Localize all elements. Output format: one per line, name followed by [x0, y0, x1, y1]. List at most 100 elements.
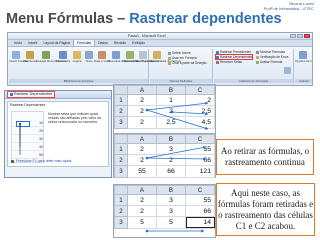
cell-b2[interactable]: 3 — [156, 205, 186, 218]
tab-exibicao[interactable]: Exibição — [129, 40, 148, 46]
math-icon[interactable] — [126, 51, 134, 59]
table-row: 1 2 1 2 — [114, 93, 215, 107]
cell-c2[interactable]: 66 — [185, 205, 215, 218]
cell-a2[interactable]: 2 — [127, 205, 157, 218]
more-functions-icon[interactable] — [139, 51, 147, 59]
remove-arrows-label: Remover Setas — [220, 60, 242, 64]
trace-precedents-icon — [216, 50, 219, 54]
cell-c3[interactable]: 14 — [185, 216, 215, 229]
cell-a2[interactable]: 2 — [127, 154, 157, 167]
maximize-icon[interactable] — [297, 34, 303, 38]
text-icon[interactable] — [85, 51, 93, 59]
row-header[interactable]: 2 — [114, 154, 128, 167]
corner-cell[interactable] — [114, 134, 128, 144]
tab-formulas[interactable]: Fórmulas — [72, 39, 96, 46]
row-header[interactable]: 3 — [114, 165, 128, 178]
define-name-icon — [168, 51, 171, 55]
name-manager-icon[interactable] — [153, 51, 161, 59]
autosum-label: AutoSoma — [23, 59, 38, 63]
col-header-b[interactable]: B — [156, 185, 186, 195]
cell-c2[interactable]: 2,5 — [185, 105, 215, 118]
trace-precedents-item[interactable]: Rastrear Precedentes — [216, 50, 251, 54]
col-header-c[interactable]: C — [185, 185, 215, 195]
row-header[interactable]: 1 — [114, 142, 128, 156]
author-credit: Silvana Lopes Profª de Informática – ETE… — [264, 1, 314, 11]
tab-dados[interactable]: Dados — [95, 40, 111, 46]
datetime-icon[interactable] — [98, 51, 106, 59]
page-title: Menu Fórmulas – Rastrear dependentes — [6, 11, 282, 27]
cell-c3[interactable]: 121 — [185, 165, 215, 178]
cell-c2[interactable]: 66 — [185, 154, 215, 167]
cell-a1[interactable]: 2 — [127, 93, 157, 107]
use-in-formula-icon — [168, 56, 171, 60]
cell-b2[interactable]: 2 — [156, 154, 186, 167]
sheet-header-row: A B C — [114, 134, 215, 144]
corner-cell[interactable] — [114, 185, 128, 195]
cell-b3[interactable]: 2,5 — [156, 116, 186, 129]
trace-dependents-item[interactable]: Rastrear Dependentes — [214, 54, 254, 60]
row-header[interactable]: 3 — [114, 216, 128, 229]
watch-window-icon[interactable] — [284, 67, 291, 74]
cell-b3[interactable]: 66 — [156, 165, 186, 178]
col-header-a[interactable]: A — [127, 185, 157, 195]
cell-b3[interactable]: 5 — [156, 216, 186, 229]
cell-a2[interactable]: 2 — [127, 105, 157, 118]
create-from-selection-item[interactable]: Criar a partir da Seleção — [168, 61, 207, 65]
cell-c1[interactable]: 2 — [185, 93, 215, 107]
row-header[interactable]: 2 — [114, 105, 128, 118]
error-check-icon — [256, 55, 259, 59]
tab-revisao[interactable]: Revisão — [111, 40, 129, 46]
tab-layout[interactable]: Layout da Página — [41, 40, 73, 46]
recent-icon[interactable] — [42, 51, 50, 59]
evaluate-formula-icon — [256, 60, 259, 64]
logical-icon[interactable] — [73, 51, 81, 59]
define-name-item[interactable]: Definir Nome — [168, 51, 191, 55]
cell-a3[interactable]: 55 — [127, 165, 157, 178]
cell-a3[interactable]: 2 — [127, 116, 157, 129]
show-formulas-label: Mostrar Fórmulas — [260, 50, 285, 54]
evaluate-formula-item[interactable]: Avaliar Fórmula — [256, 60, 282, 64]
cell-c3[interactable]: 4,5 — [185, 116, 215, 129]
cell-a1[interactable]: 2 — [127, 193, 157, 207]
lookup-icon[interactable] — [112, 51, 120, 59]
insert-function-icon[interactable] — [12, 51, 20, 59]
cell-c1[interactable]: 55 — [185, 193, 215, 207]
error-check-item[interactable]: Verificação de Erros — [256, 55, 289, 59]
callout-trace-ended: Aqui neste caso, as fórmulas foram retir… — [216, 183, 315, 236]
tab-inicio[interactable]: Início — [11, 40, 25, 46]
col-header-b[interactable]: B — [156, 134, 186, 144]
minimize-icon[interactable] — [290, 34, 296, 38]
help-icon — [11, 159, 14, 163]
row-header[interactable]: 1 — [114, 93, 128, 107]
cell-a3[interactable]: 5 — [127, 216, 157, 229]
tooltip-title-box: Rastrear Dependentes — [7, 91, 56, 98]
remove-arrows-icon — [216, 60, 219, 64]
col-header-c[interactable]: C — [185, 134, 215, 144]
col-header-a[interactable]: A — [127, 85, 157, 95]
cell-b1[interactable]: 3 — [156, 142, 186, 156]
tab-inserir[interactable]: Inserir — [25, 40, 40, 46]
close-icon[interactable] — [304, 34, 310, 38]
corner-cell[interactable] — [114, 85, 128, 95]
cell-a1[interactable]: 2 — [127, 142, 157, 156]
calc-options-icon[interactable] — [299, 51, 307, 59]
cell-b2[interactable]: 2 — [156, 105, 186, 118]
row-header[interactable]: 3 — [114, 116, 128, 129]
table-row: 1 2 3 55 — [114, 193, 215, 207]
col-header-c[interactable]: C — [185, 85, 215, 95]
col-header-a[interactable]: A — [127, 134, 157, 144]
col-header-b[interactable]: B — [156, 85, 186, 95]
financial-icon[interactable] — [59, 51, 67, 59]
tooltip-title: Rastrear Dependentes — [14, 92, 53, 96]
cell-b1[interactable]: 3 — [156, 193, 186, 207]
row-header[interactable]: 2 — [114, 205, 128, 218]
show-formulas-icon — [256, 50, 259, 54]
row-header[interactable]: 1 — [114, 193, 128, 207]
autosum-icon[interactable] — [26, 51, 34, 59]
use-in-formula-item[interactable]: Usar em Fórmula — [168, 56, 197, 60]
cell-b1[interactable]: 1 — [156, 93, 186, 107]
show-formulas-item[interactable]: Mostrar Fórmulas — [256, 50, 285, 54]
cell-c1[interactable]: 55 — [185, 142, 215, 156]
remove-arrows-item[interactable]: Remover Setas — [216, 60, 242, 64]
tooltip-description: Mostrar setas que indicam quais células … — [48, 112, 101, 125]
